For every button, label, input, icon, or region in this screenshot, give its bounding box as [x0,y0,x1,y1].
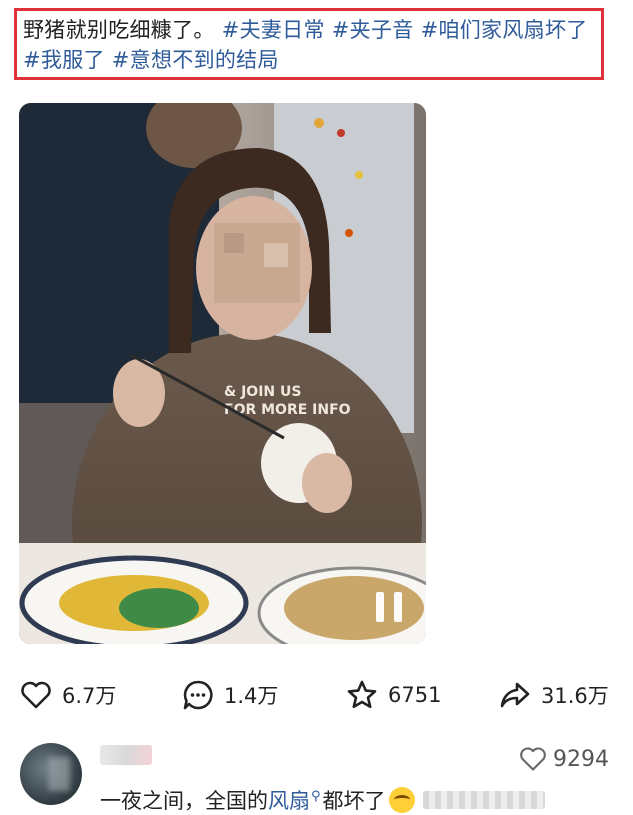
avatar[interactable] [20,743,82,805]
video-frame: & JOIN US FOR MORE INFO [19,103,426,644]
blurred-text [422,791,545,809]
share-button[interactable]: 31.6万 [499,670,609,720]
comment-count: 1.4万 [224,684,279,708]
caption-text: 野猪就别吃细糠了。 [23,18,215,42]
share-count: 31.6万 [541,684,609,708]
heart-icon [520,747,546,771]
comment-like-count: 9294 [553,746,609,772]
hashtag[interactable]: #夫妻日常 [222,18,325,42]
hashtag[interactable]: #咱们家风扇坏了 [421,18,588,42]
search-icon: ⚲ [311,788,321,804]
comment-icon [183,680,213,710]
like-count: 6.7万 [62,684,117,708]
comment-link[interactable]: 风扇 [268,785,310,815]
favorite-button[interactable]: 6751 [346,670,441,720]
like-button[interactable]: 6.7万 [20,670,116,720]
comment-text: 一夜之间，全国的 风扇 ⚲ 都坏了 [100,785,545,815]
laughing-emoji-icon [388,787,415,813]
action-bar: 6.7万 1.4万 6751 31.6万 [0,670,633,720]
share-icon [500,682,530,708]
favorite-count: 6751 [388,683,442,707]
hashtag[interactable]: #夹子音 [332,18,414,42]
comment-text-before: 一夜之间，全国的 [100,789,268,813]
comment-button[interactable]: 1.4万 [182,670,278,720]
username-blurred [100,745,152,765]
top-comment: 9294 一夜之间，全国的 风扇 ⚲ 都坏了 [0,735,633,815]
hashtag[interactable]: #意想不到的结局 [112,48,279,72]
hashtag[interactable]: #我服了 [23,48,105,72]
star-icon [347,680,377,709]
heart-icon [21,681,51,709]
post-caption: 野猪就别吃细糠了。 #夫妻日常 #夹子音 #咱们家风扇坏了 #我服了 #意想不到… [14,8,604,80]
pause-icon[interactable] [376,592,402,622]
comment-like-button[interactable]: 9294 [519,745,609,773]
comment-text-after: 都坏了 [322,789,386,813]
video-player[interactable]: & JOIN US FOR MORE INFO [19,103,426,644]
